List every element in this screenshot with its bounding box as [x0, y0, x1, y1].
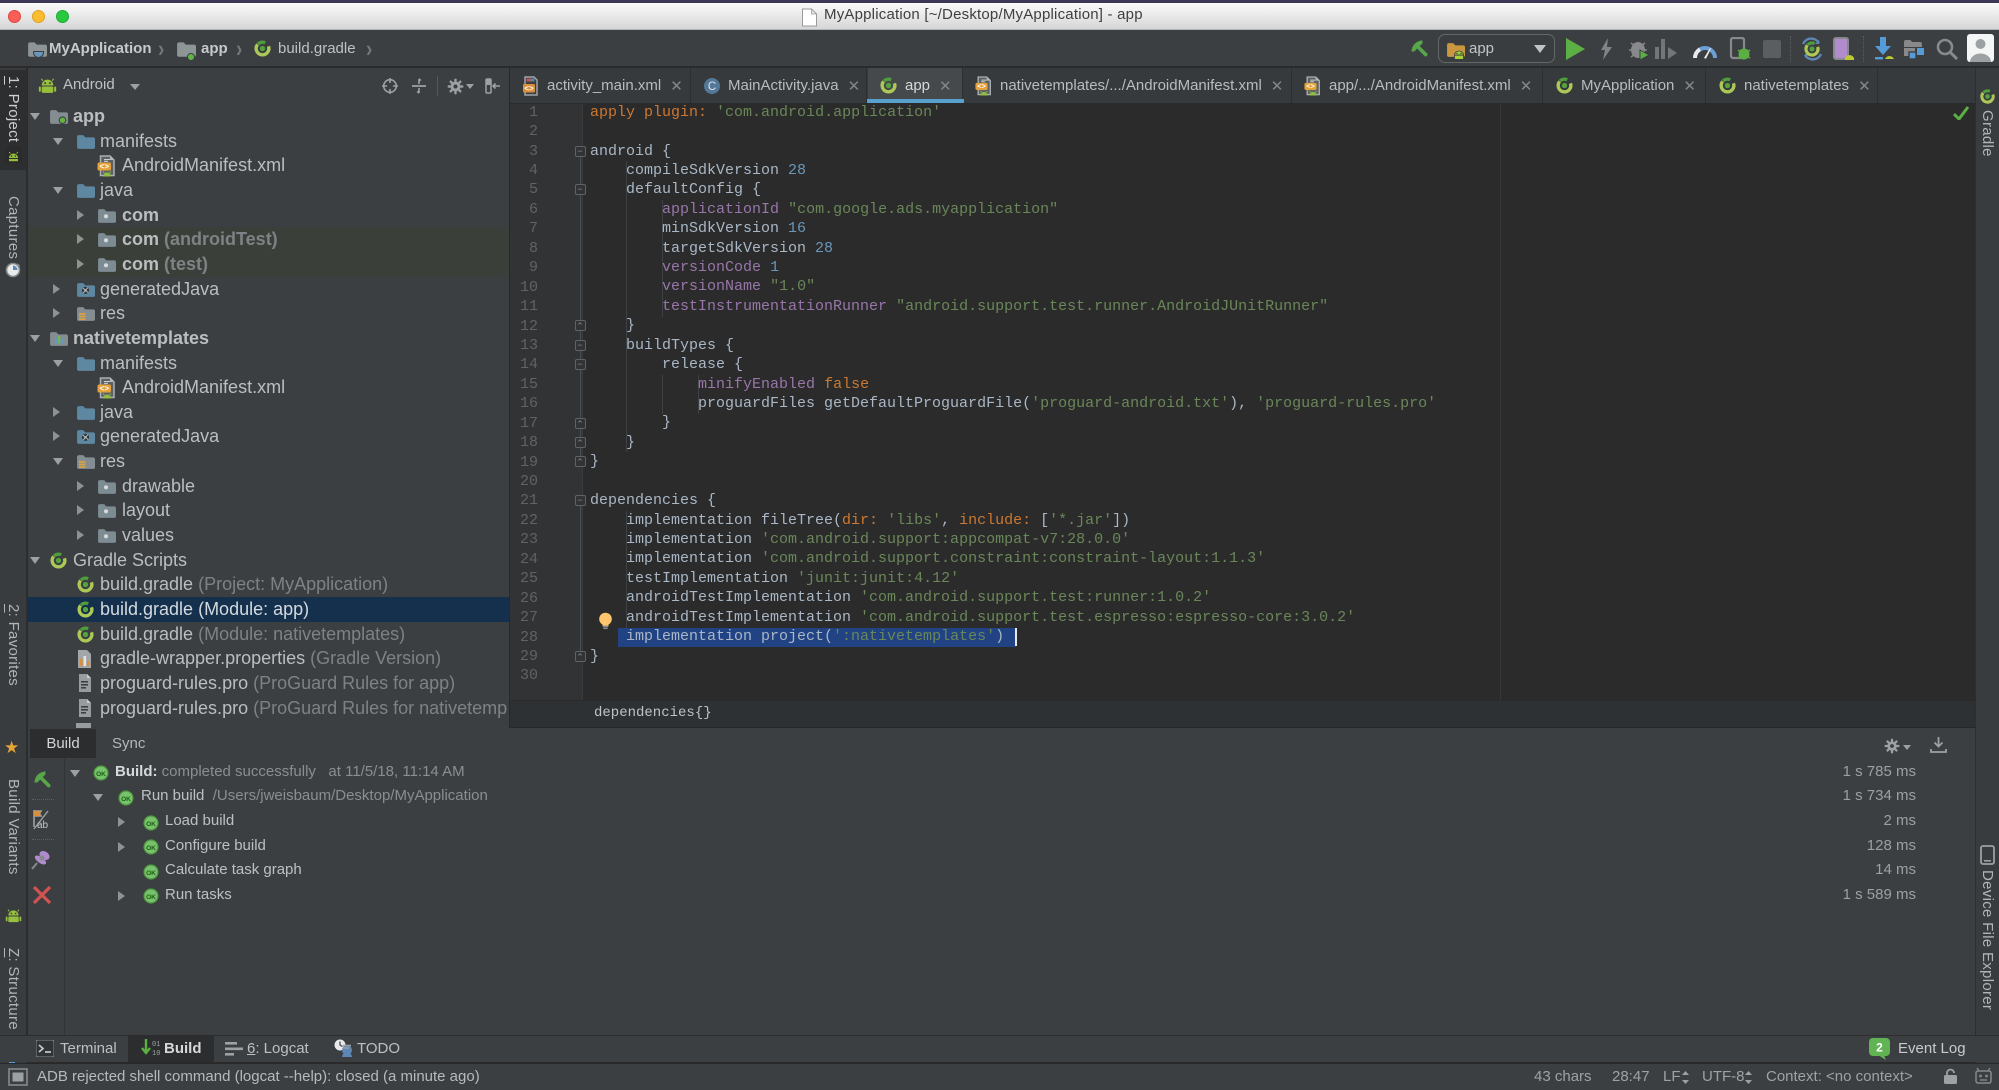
svg-text:01: 01	[152, 1041, 160, 1049]
svg-text:2: 2	[1876, 1041, 1883, 1055]
svg-text:10: 10	[152, 1050, 160, 1058]
